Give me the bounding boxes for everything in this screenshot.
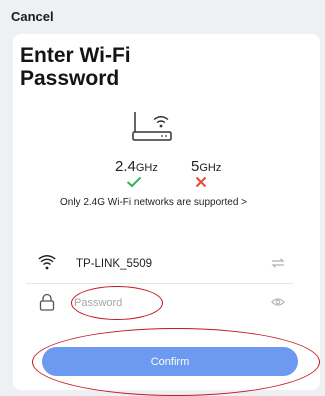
password-input[interactable]: [74, 293, 254, 313]
page-title-line-2: Password: [20, 67, 120, 90]
band-2-4ghz-label: 2.4GHz: [115, 158, 158, 175]
band-2-4ghz-value: 2.4: [115, 158, 136, 175]
confirm-button[interactable]: Confirm: [42, 347, 298, 376]
switch-network-icon[interactable]: [271, 258, 285, 268]
lock-icon: [39, 293, 55, 311]
band-2-4ghz-unit: GHz: [135, 162, 158, 174]
wifi-icon: [38, 255, 56, 270]
page-title: Enter Wi-Fi Password: [20, 44, 131, 90]
network-ssid: TP-LINK_5509: [76, 258, 153, 270]
cross-icon: [195, 176, 207, 188]
page-title-line-1: Enter Wi-Fi: [20, 44, 131, 67]
top-bar: Cancel: [0, 0, 325, 32]
network-row[interactable]: TP-LINK_5509: [26, 246, 293, 284]
check-icon: [126, 176, 142, 188]
band-5ghz-unit: GHz: [199, 162, 222, 174]
eye-icon[interactable]: [271, 297, 285, 307]
router-with-wifi-icon: [132, 112, 172, 141]
band-5ghz-label: 5GHz: [191, 158, 221, 175]
password-row: [26, 285, 293, 323]
cancel-button[interactable]: Cancel: [11, 9, 54, 24]
supported-networks-notice[interactable]: Only 2.4G Wi-Fi networks are supported >: [22, 197, 285, 208]
